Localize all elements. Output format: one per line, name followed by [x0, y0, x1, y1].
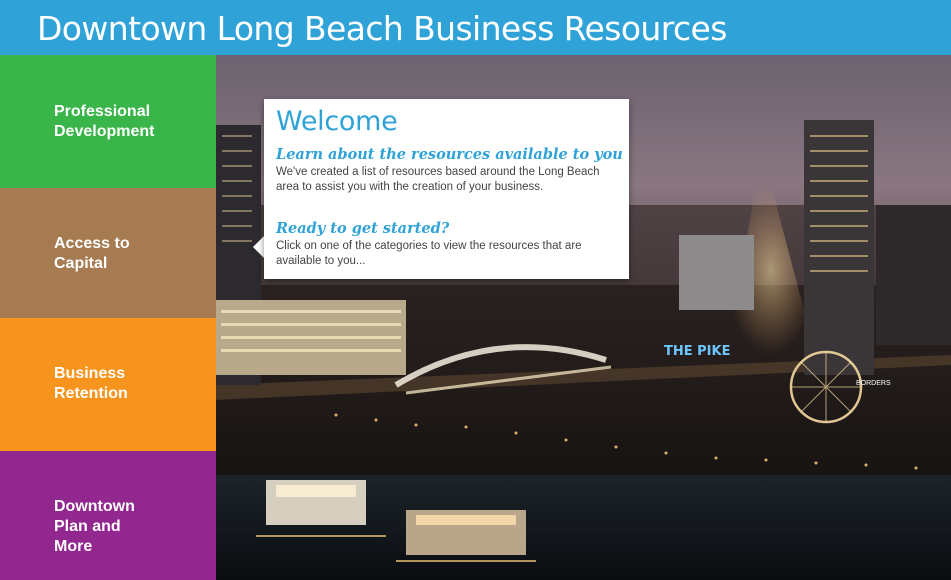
section-text: Click on one of the categories to view t… — [276, 240, 582, 267]
category-label: Access to Capital — [54, 235, 130, 272]
section-text: We've created a list of resources based … — [276, 166, 600, 193]
category-downtown-plan[interactable]: Downtown Plan and More — [0, 451, 216, 580]
section-heading: Ready to get started? — [276, 220, 450, 237]
welcome-popup: Welcome Learn about the resources availa… — [264, 99, 629, 279]
section-heading: Learn about the resources available to y… — [276, 146, 623, 163]
category-professional-development[interactable]: Professional Development — [0, 55, 216, 188]
category-label: Downtown Plan and More — [54, 498, 135, 555]
pike-sign: THE PIKE — [664, 344, 730, 359]
category-access-to-capital[interactable]: Access to Capital — [0, 188, 216, 318]
category-business-retention[interactable]: Business Retention — [0, 318, 216, 451]
page-title: Downtown Long Beach Business Resources — [37, 9, 727, 48]
category-sidebar: Professional Development Access to Capit… — [0, 55, 216, 580]
category-label: Professional Development — [54, 103, 155, 140]
header-bar: Downtown Long Beach Business Resources — [0, 0, 951, 55]
category-label: Business Retention — [54, 365, 128, 402]
welcome-title: Welcome — [276, 106, 398, 137]
popup-arrow — [253, 236, 264, 258]
borders-sign: BORDERS — [856, 380, 891, 387]
